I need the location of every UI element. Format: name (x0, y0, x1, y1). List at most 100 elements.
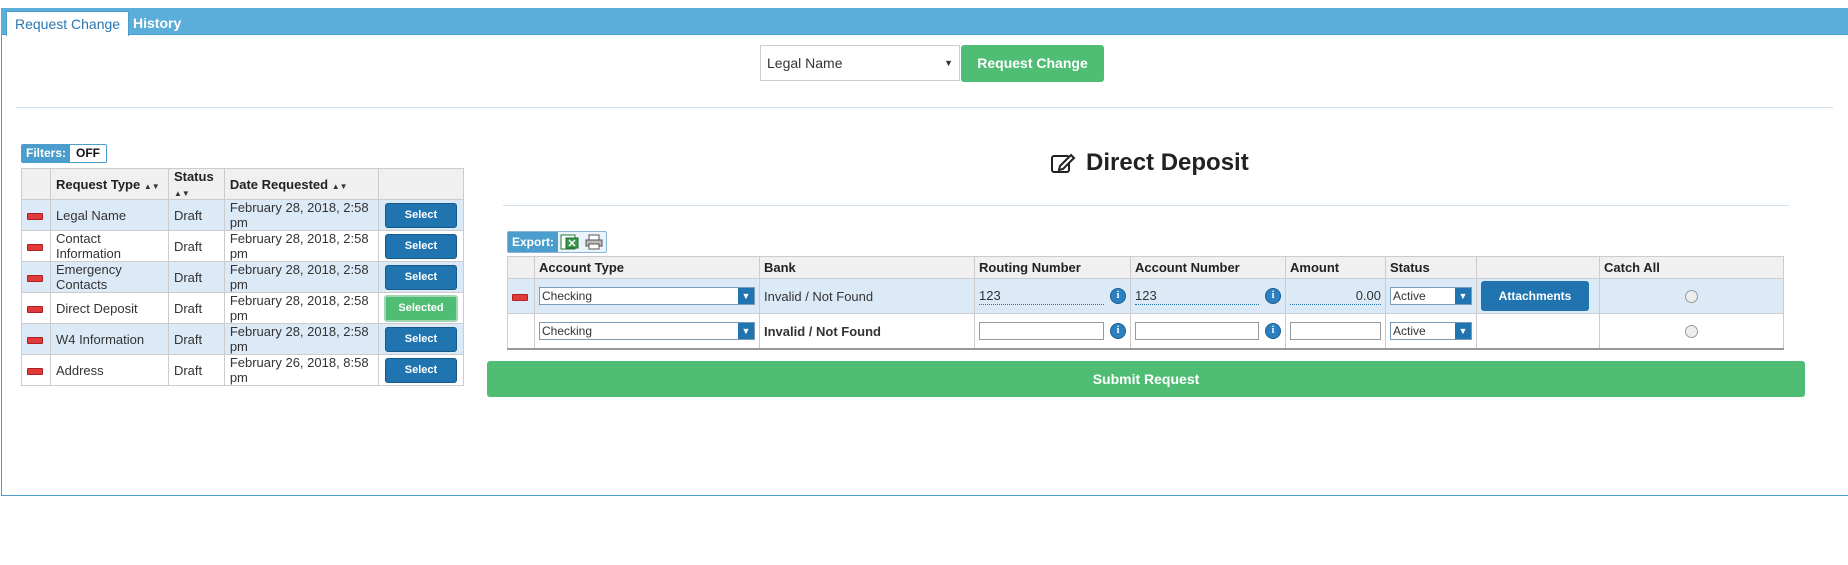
select-button[interactable]: Select (385, 202, 457, 228)
amount-value[interactable]: 0.00 (1290, 288, 1381, 305)
amount-input[interactable] (1290, 322, 1381, 340)
select-button[interactable]: Select (385, 326, 457, 352)
routing-number-value[interactable]: 123 (979, 288, 1104, 305)
header-status[interactable]: Status ▲▼ (167, 168, 225, 200)
request-status: Draft (167, 323, 225, 355)
section-title: Direct Deposit (1086, 149, 1249, 176)
request-type-select[interactable]: Legal Name ▼ (760, 45, 960, 81)
remove-cell[interactable] (507, 278, 535, 314)
remove-cell[interactable] (21, 199, 51, 231)
request-status: Draft (167, 199, 225, 231)
chevron-down-icon: ▼ (738, 288, 754, 304)
request-type: W4 Information (49, 323, 169, 355)
header-date-requested[interactable]: Date Requested ▲▼ (223, 168, 380, 200)
header-status: Status (1385, 256, 1477, 279)
table-row: Address Draft February 26, 2018, 8:58 pm… (21, 354, 464, 386)
requests-table: Request Type ▲▼ Status ▲▼ Date Requested… (21, 168, 464, 386)
filters-toggle[interactable]: Filters: OFF (21, 144, 108, 163)
request-type: Emergency Contacts (49, 261, 169, 293)
selected-button[interactable]: Selected (384, 294, 458, 322)
header-catch-all: Catch All (1599, 256, 1784, 279)
remove-cell (507, 313, 535, 350)
remove-icon[interactable] (27, 336, 43, 344)
remove-cell[interactable] (21, 261, 51, 293)
direct-deposit-table: Account Type Bank Routing Number Account… (507, 256, 1784, 350)
bank-name: Invalid / Not Found (759, 313, 975, 350)
filters-label: Filters: (22, 145, 71, 162)
request-date: February 28, 2018, 2:58 pm (223, 261, 380, 293)
catch-all-radio[interactable] (1685, 289, 1698, 303)
request-type-select-value: Legal Name (767, 55, 843, 71)
request-status: Draft (167, 354, 225, 386)
request-date: February 28, 2018, 2:58 pm (223, 323, 380, 355)
remove-icon[interactable] (27, 243, 43, 251)
divider (503, 205, 1789, 206)
chevron-down-icon: ▼ (1455, 288, 1471, 304)
page-title: Direct Deposit (1050, 149, 1249, 177)
info-icon[interactable]: i (1110, 288, 1126, 304)
table-row: W4 Information Draft February 28, 2018, … (21, 323, 464, 355)
remove-icon[interactable] (27, 212, 43, 220)
attachments-button[interactable]: Attachments (1481, 281, 1589, 311)
remove-cell[interactable] (21, 323, 51, 355)
request-status: Draft (167, 230, 225, 262)
status-select[interactable]: Active ▼ (1390, 322, 1472, 340)
request-type: Legal Name (49, 199, 169, 231)
account-number-input[interactable] (1135, 322, 1259, 340)
account-number-value[interactable]: 123 (1135, 288, 1259, 305)
account-type-select[interactable]: Checking ▼ (539, 322, 755, 340)
request-status: Draft (167, 261, 225, 293)
divider (16, 107, 1833, 108)
tab-history[interactable]: History (125, 11, 189, 35)
status-select[interactable]: Active ▼ (1390, 287, 1472, 305)
export-label: Export: (508, 232, 558, 252)
table-row: Emergency Contacts Draft February 28, 20… (21, 261, 464, 293)
remove-icon[interactable] (512, 293, 528, 301)
header-request-type[interactable]: Request Type ▲▼ (49, 168, 169, 200)
tab-bar: Request Change History (1, 8, 1848, 36)
routing-number-input[interactable] (979, 322, 1104, 340)
attachments-cell (1476, 313, 1600, 350)
request-type: Contact Information (49, 230, 169, 262)
export-toolbar: Export: (507, 231, 607, 253)
print-icon[interactable] (584, 234, 604, 250)
chevron-down-icon: ▼ (1455, 323, 1471, 339)
remove-cell[interactable] (21, 292, 51, 324)
request-change-button[interactable]: Request Change (961, 45, 1104, 82)
header-attachments (1476, 256, 1600, 279)
info-icon[interactable]: i (1110, 323, 1126, 339)
select-button[interactable]: Select (385, 264, 457, 290)
remove-icon[interactable] (27, 305, 43, 313)
header-amount: Amount (1285, 256, 1386, 279)
request-date: February 28, 2018, 2:58 pm (223, 230, 380, 262)
table-row: Checking ▼ Invalid / Not Found 123 i 123 i … (507, 278, 1784, 314)
header-account-type: Account Type (534, 256, 760, 279)
select-button[interactable]: Select (385, 357, 457, 383)
table-header-row: Account Type Bank Routing Number Account… (507, 256, 1784, 279)
tab-request-change[interactable]: Request Change (6, 11, 130, 36)
request-date: February 28, 2018, 2:58 pm (223, 199, 380, 231)
bank-name: Invalid / Not Found (759, 278, 975, 314)
sort-icon: ▲▼ (173, 189, 190, 198)
remove-cell[interactable] (21, 354, 51, 386)
excel-icon[interactable] (560, 234, 580, 250)
table-row: Contact Information Draft February 28, 2… (21, 230, 464, 262)
filters-value: OFF (70, 145, 107, 162)
remove-icon[interactable] (27, 367, 43, 375)
sort-icon: ▲▼ (143, 181, 160, 191)
select-button[interactable]: Select (385, 233, 457, 259)
account-type-select[interactable]: Checking ▼ (539, 287, 755, 305)
header-blank (507, 256, 535, 279)
request-type: Direct Deposit (49, 292, 169, 324)
submit-request-button[interactable]: Submit Request (487, 361, 1805, 397)
header-action (378, 168, 464, 200)
request-type: Address (49, 354, 169, 386)
info-icon[interactable]: i (1265, 323, 1281, 339)
header-bank: Bank (759, 256, 975, 279)
table-row: Direct Deposit Draft February 28, 2018, … (21, 292, 464, 324)
catch-all-radio[interactable] (1685, 324, 1698, 338)
remove-icon[interactable] (27, 274, 43, 282)
info-icon[interactable]: i (1265, 288, 1281, 304)
table-header-row: Request Type ▲▼ Status ▲▼ Date Requested… (21, 168, 464, 200)
remove-cell[interactable] (21, 230, 51, 262)
